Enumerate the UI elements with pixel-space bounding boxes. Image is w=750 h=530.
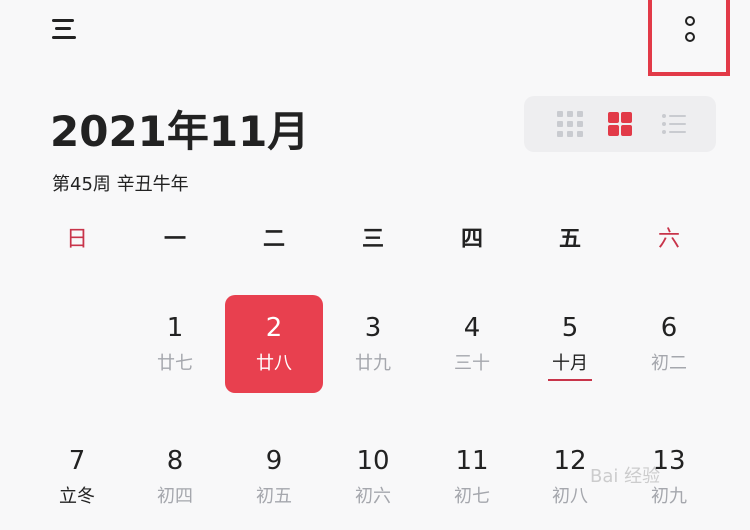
weekday-sat: 六 [657, 227, 680, 252]
day-number: 4 [463, 313, 481, 343]
lunar-date: 初四 [157, 486, 193, 507]
day-number: 9 [265, 446, 283, 476]
grid-nine-icon[interactable] [554, 108, 586, 140]
weekday-wed: 三 [361, 227, 384, 252]
lunar-date: 立冬 [59, 486, 95, 507]
week-info: 第45周 辛丑牛年 [52, 174, 189, 195]
weekday-header: 日 一 二 三 四 五 六 [0, 215, 750, 265]
lunar-date: 廿九 [355, 353, 391, 374]
grid-four-icon[interactable] [604, 108, 636, 140]
calendar-day[interactable]: 10 初六 [324, 432, 422, 530]
lunar-date: 初七 [454, 486, 490, 507]
weekday-sun: 日 [65, 227, 88, 252]
day-number: 11 [455, 446, 489, 476]
page-title: 2021年11月 [50, 107, 310, 156]
day-number: 3 [364, 313, 382, 343]
lunar-date: 十月 [552, 353, 588, 374]
more-vertical-icon[interactable] [682, 14, 702, 48]
day-number: 2 [265, 313, 283, 343]
calendar-day[interactable]: 7 立冬 [28, 432, 126, 530]
calendar-day[interactable]: 1 廿七 [126, 295, 224, 393]
day-number: 6 [660, 313, 678, 343]
menu-icon[interactable] [52, 16, 76, 42]
lunar-date: 初六 [355, 486, 391, 507]
weekday-thu: 四 [460, 227, 483, 252]
lunar-date: 廿七 [157, 353, 193, 374]
calendar-day[interactable]: 9 初五 [225, 432, 323, 530]
day-number: 5 [561, 313, 579, 343]
calendar-day[interactable]: 6 初二 [620, 295, 718, 393]
view-switcher [524, 96, 716, 152]
weekday-tue: 二 [262, 227, 285, 252]
calendar-day[interactable]: 11 初七 [423, 432, 521, 530]
day-number: 10 [356, 446, 390, 476]
weekday-mon: 一 [163, 227, 186, 252]
month-start-underline [548, 379, 592, 381]
list-icon[interactable] [658, 108, 690, 140]
calendar-day[interactable]: 4 三十 [423, 295, 521, 393]
day-number: 1 [166, 313, 184, 343]
lunar-date: 初五 [256, 486, 292, 507]
calendar-day-selected[interactable]: 2 廿八 [225, 295, 323, 393]
day-number: 8 [166, 446, 184, 476]
lunar-date: 初二 [651, 353, 687, 374]
calendar-day[interactable]: 8 初四 [126, 432, 224, 530]
more-button-highlight [648, 0, 730, 76]
lunar-date: 三十 [454, 353, 490, 374]
calendar-day[interactable]: 3 廿九 [324, 295, 422, 393]
lunar-date: 廿八 [256, 353, 292, 374]
day-number: 7 [68, 446, 86, 476]
watermark: Bai 经验 [590, 466, 661, 487]
calendar-day-festival[interactable]: 5 十月 [521, 295, 619, 393]
weekday-fri: 五 [558, 227, 581, 252]
